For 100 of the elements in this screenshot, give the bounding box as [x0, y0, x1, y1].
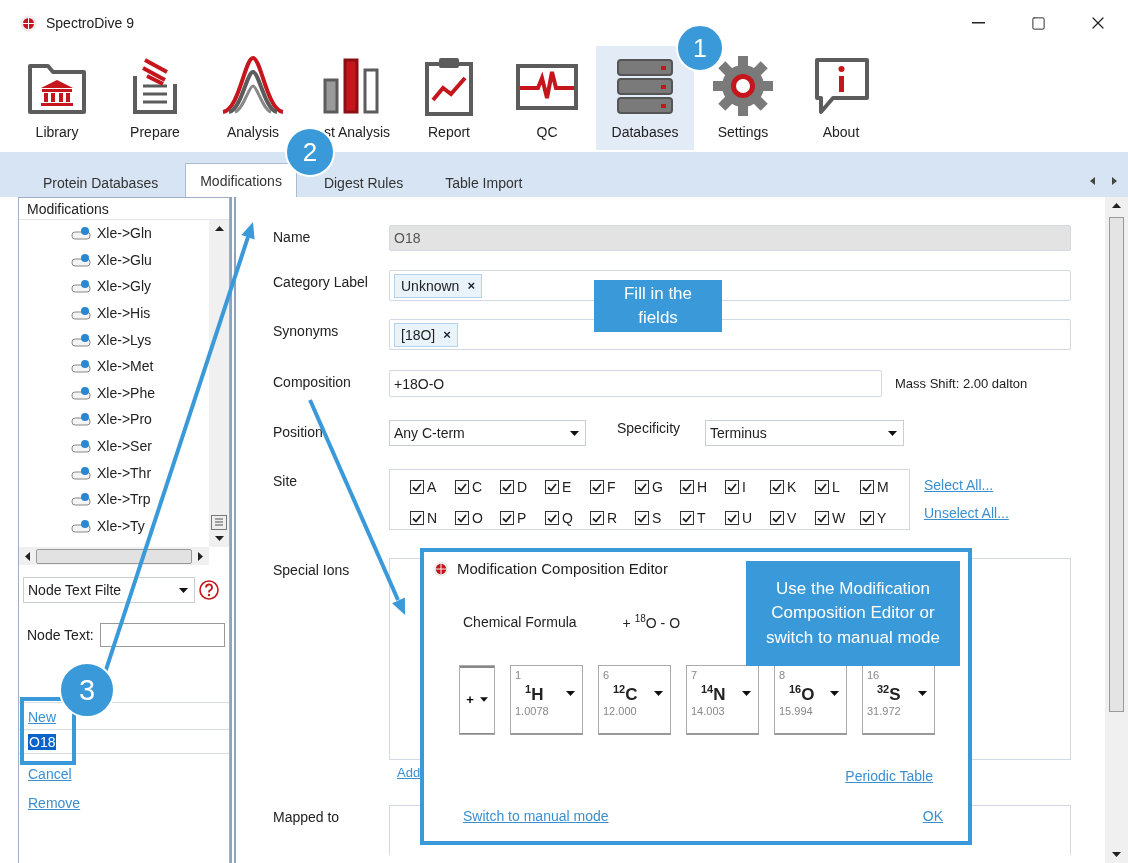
add-link[interactable]: Add — [397, 765, 421, 780]
checkbox[interactable] — [770, 511, 784, 525]
arrow-down-icon[interactable] — [214, 536, 224, 541]
node-icon — [71, 252, 93, 267]
tree-item[interactable]: Xle->Trp — [97, 491, 151, 508]
ok-link[interactable]: OK — [922, 807, 943, 824]
panel-link[interactable]: Remove — [28, 795, 81, 811]
arrow-left-icon[interactable] — [25, 551, 30, 561]
checkbox[interactable] — [545, 480, 559, 494]
periodic-table-link[interactable]: Periodic Table — [845, 767, 933, 784]
ribbon-button[interactable]: Prepare — [106, 46, 204, 150]
ribbon-button[interactable]: Library — [8, 46, 106, 150]
specificity-dropdown[interactable]: Terminus — [705, 420, 905, 446]
checkbox[interactable] — [815, 480, 829, 494]
panel-link[interactable]: Cancel — [28, 766, 72, 782]
scrollbar[interactable] — [19, 547, 209, 565]
checkbox[interactable] — [635, 480, 649, 494]
checkbox-label: P — [517, 510, 527, 526]
element-dropdown[interactable]: 6 $^{12}$C 12.000 — [598, 664, 671, 735]
tree-item[interactable]: Xle->His — [97, 305, 151, 322]
input-field[interactable]: O18 — [19, 729, 229, 754]
scroll-thumb[interactable] — [36, 548, 192, 564]
tree-item[interactable]: Xle->Pro — [97, 411, 152, 428]
tab[interactable]: Table Import — [430, 167, 538, 197]
field-label: Site — [273, 472, 299, 489]
checkbox[interactable] — [680, 480, 694, 494]
ribbon-button[interactable]: Report — [400, 46, 498, 150]
ribbon-button[interactable]: About — [792, 46, 890, 150]
atomic-number: 7 — [691, 668, 699, 683]
new-link[interactable]: New — [28, 709, 56, 725]
checkbox[interactable] — [635, 511, 649, 525]
select-all-link[interactable]: Select All... — [924, 477, 1009, 493]
element-mass: 15.994 — [779, 704, 814, 719]
tab[interactable]: Digest Rules — [308, 167, 419, 197]
checkbox[interactable] — [770, 480, 784, 494]
ribbon-button[interactable]: Databases — [596, 46, 694, 150]
tree-item[interactable]: Xle->Gly — [97, 278, 152, 295]
help-icon[interactable] — [199, 580, 219, 600]
checkbox[interactable] — [680, 511, 694, 525]
scroll-thumb[interactable] — [1109, 217, 1124, 712]
sign-dropdown[interactable]: + — [459, 664, 495, 735]
arrow-down-icon[interactable] — [1112, 852, 1121, 857]
filter-dropdown[interactable]: Node Text Filte — [23, 577, 195, 603]
atomic-number: 8 — [779, 668, 787, 683]
checkbox-label: L — [832, 479, 840, 495]
element-mass: 14.003 — [691, 704, 726, 719]
switch-mode-link[interactable]: Switch to manual mode — [463, 807, 609, 824]
checkbox-label: T — [697, 510, 706, 526]
checkbox[interactable] — [725, 480, 739, 494]
arrow-up-icon[interactable] — [1112, 203, 1121, 208]
checkbox[interactable] — [410, 480, 424, 494]
checkbox[interactable] — [500, 480, 514, 494]
ribbon-button[interactable]: QC — [498, 46, 596, 150]
checkbox-label: Y — [877, 510, 887, 526]
maximize-icon — [1030, 15, 1046, 31]
node-icon — [71, 412, 93, 427]
scrollbar[interactable] — [1105, 197, 1128, 863]
tab[interactable]: Protein Databases — [28, 167, 174, 197]
remove-tag-button[interactable]: × — [467, 278, 475, 293]
field-label: Composition — [273, 373, 352, 390]
checkbox[interactable] — [860, 480, 874, 494]
unselect-all-link[interactable]: Unselect All... — [924, 505, 1009, 521]
input-field[interactable]: +18O-O — [389, 370, 882, 397]
checkbox[interactable] — [725, 511, 739, 525]
remove-tag-button[interactable]: × — [443, 327, 451, 342]
checkbox[interactable] — [590, 480, 604, 494]
checkbox-label: G — [652, 479, 663, 495]
caret-icon — [742, 691, 751, 697]
position-dropdown[interactable]: Any C-term — [389, 420, 586, 446]
tree-item[interactable]: Xle->Phe — [97, 384, 155, 401]
input-field[interactable] — [99, 623, 225, 647]
scrollbar[interactable] — [209, 220, 229, 547]
gear-icon — [711, 54, 775, 118]
tree-item[interactable]: Xle->Ty — [97, 517, 145, 534]
arrow-up-icon[interactable] — [214, 226, 224, 231]
element-symbol: $^{32}$S — [876, 682, 902, 705]
checkbox[interactable] — [590, 511, 604, 525]
checkbox[interactable] — [455, 511, 469, 525]
arrow-right-icon[interactable] — [198, 551, 203, 561]
tab[interactable]: Modifications — [185, 163, 297, 197]
grip-icon — [211, 515, 227, 530]
caret-icon — [566, 691, 575, 697]
tree-item[interactable]: Xle->Lys — [97, 331, 152, 348]
checkbox-label: C — [472, 479, 483, 495]
checkbox-label: H — [697, 479, 708, 495]
checkbox[interactable] — [815, 511, 829, 525]
callout-text: Fill in the fields — [594, 280, 722, 332]
checkbox[interactable] — [500, 511, 514, 525]
checkbox[interactable] — [860, 511, 874, 525]
ribbon-button[interactable]: Analysis — [204, 46, 302, 150]
checkbox[interactable] — [455, 480, 469, 494]
checkbox-label: N — [427, 510, 438, 526]
tree-item[interactable]: Xle->Thr — [97, 464, 152, 481]
tree-item[interactable]: Xle->Ser — [97, 438, 152, 455]
tree-item[interactable]: Xle->Gln — [97, 225, 152, 242]
tree-item[interactable]: Xle->Met — [97, 358, 154, 375]
tree-item[interactable]: Xle->Glu — [97, 251, 152, 268]
element-dropdown[interactable]: 1 $^{1}$H 1.0078 — [510, 664, 583, 735]
checkbox[interactable] — [545, 511, 559, 525]
checkbox[interactable] — [410, 511, 424, 525]
